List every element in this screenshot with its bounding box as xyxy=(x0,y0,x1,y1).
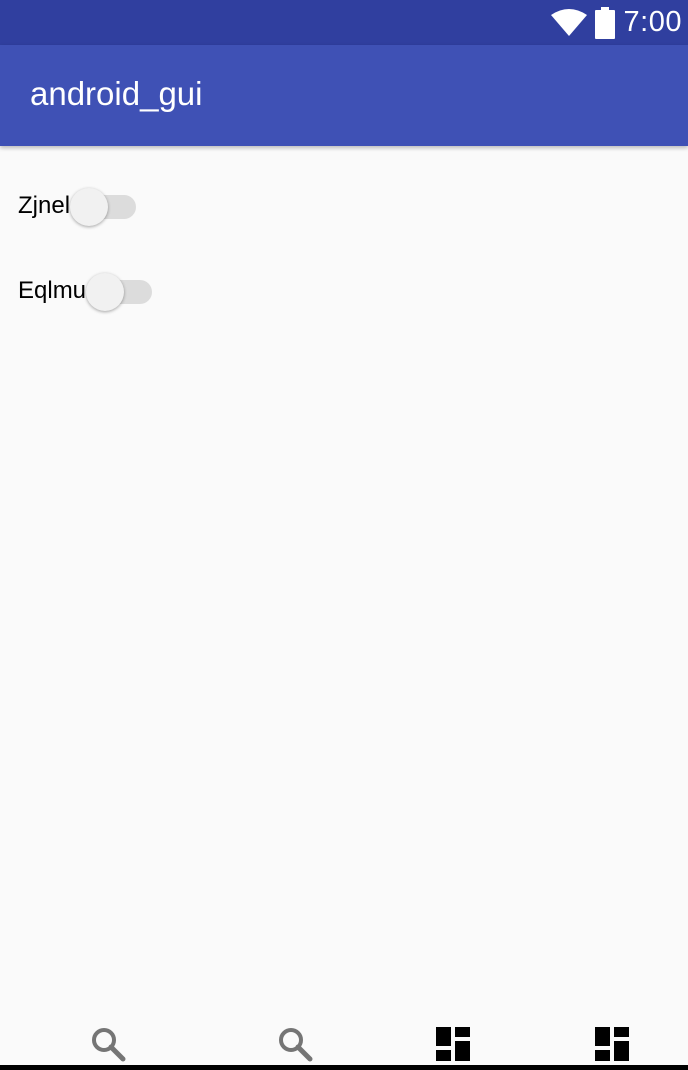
app-bar: android_gui xyxy=(0,45,688,146)
bottom-nav xyxy=(0,1016,688,1070)
status-icons: 7:00 xyxy=(550,0,682,45)
switch-thumb[interactable] xyxy=(70,188,109,226)
dashboard-icon[interactable] xyxy=(594,1026,630,1062)
dashboard-icon[interactable] xyxy=(435,1026,471,1062)
search-icon[interactable] xyxy=(277,1026,313,1062)
app-title: android_gui xyxy=(30,75,203,112)
switch-row-zjnel[interactable]: Zjnel xyxy=(18,184,137,228)
switch-label: Eqlmu xyxy=(18,277,87,304)
main-content: Zjnel Eqlmu xyxy=(0,146,688,1016)
wifi-icon xyxy=(550,8,587,36)
eqlmu-switch[interactable] xyxy=(86,271,153,311)
status-time: 7:00 xyxy=(623,6,682,38)
status-bar: 7:00 xyxy=(0,0,688,45)
switch-label: Zjnel xyxy=(18,192,71,219)
battery-icon xyxy=(594,6,615,39)
switch-row-eqlmu[interactable]: Eqlmu xyxy=(18,269,153,313)
zjnel-switch[interactable] xyxy=(70,186,137,226)
switch-thumb[interactable] xyxy=(86,273,125,311)
search-icon[interactable] xyxy=(90,1026,126,1062)
bottom-divider xyxy=(0,1065,688,1070)
